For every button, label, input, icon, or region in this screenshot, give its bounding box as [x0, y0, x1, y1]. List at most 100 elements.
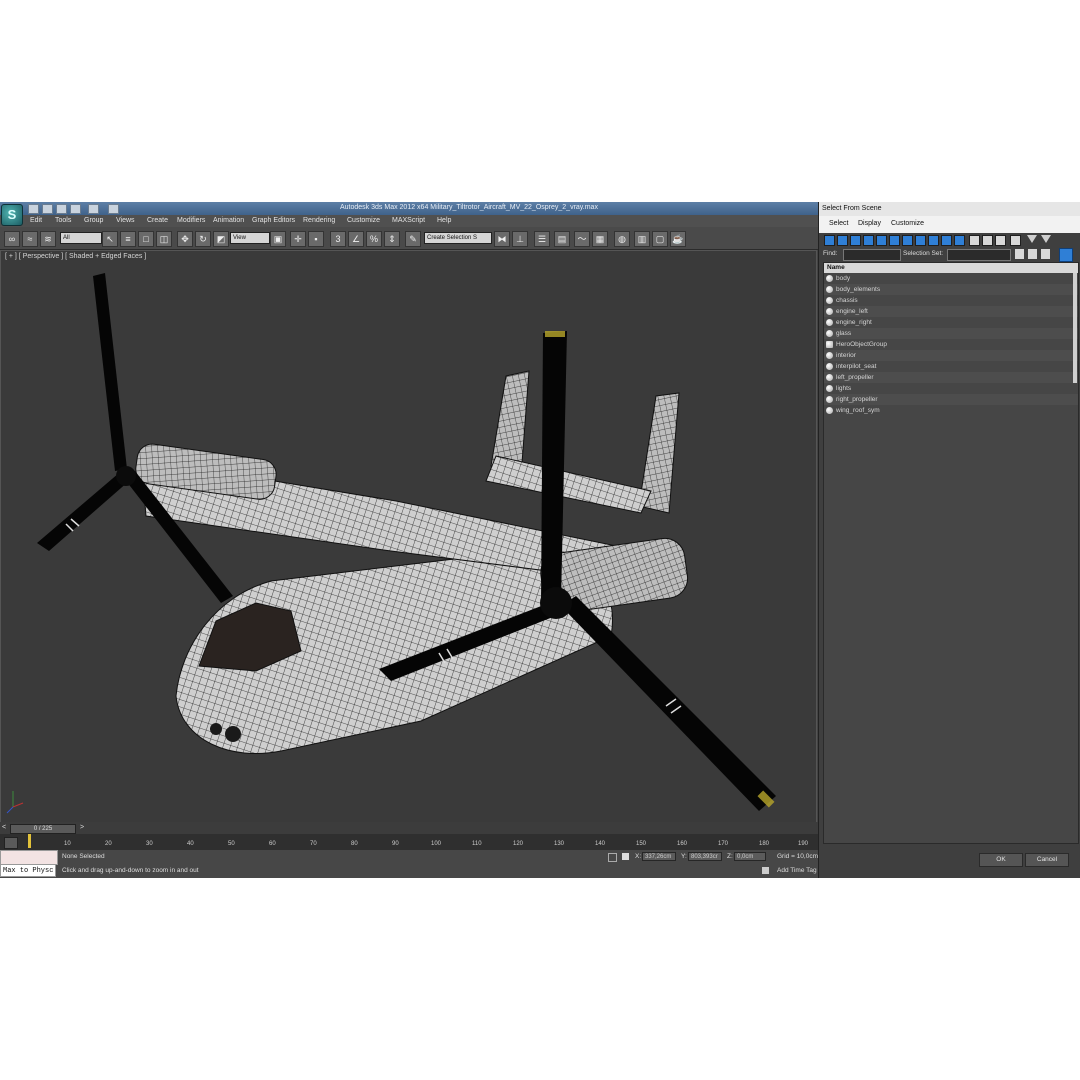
select-manipulate-icon[interactable]: ✛: [290, 231, 306, 247]
render-setup-icon[interactable]: ▥: [634, 231, 650, 247]
list-item[interactable]: interpilot_seat: [824, 361, 1078, 372]
list-item[interactable]: chassis: [824, 295, 1078, 306]
add-time-tag[interactable]: Add Time Tag: [777, 867, 817, 874]
viewport-perspective[interactable]: [ + ] [ Perspective ] [ Shaded + Edged F…: [0, 250, 817, 824]
dialog-menu-select[interactable]: Select: [829, 220, 848, 227]
collapse-list-icon[interactable]: [1059, 248, 1073, 262]
display-invert-icon[interactable]: [995, 235, 1006, 246]
unlink-icon[interactable]: ≈: [22, 231, 38, 247]
list-item[interactable]: body: [824, 273, 1078, 284]
list-item[interactable]: HeroObjectGroup: [824, 339, 1078, 350]
curve-editor-mini-icon[interactable]: [4, 837, 18, 849]
reference-coordinate-dropdown[interactable]: View: [230, 232, 270, 244]
select-by-name-icon[interactable]: ≡: [120, 231, 136, 247]
filter-settings-icon[interactable]: [1041, 235, 1051, 243]
display-all-icon[interactable]: [969, 235, 980, 246]
list-item[interactable]: engine_right: [824, 317, 1078, 328]
snaps-toggle-icon[interactable]: 3: [330, 231, 346, 247]
lock-selection-icon[interactable]: [608, 853, 617, 862]
menu-group[interactable]: Group: [84, 217, 103, 224]
mirror-icon[interactable]: ⧓: [494, 231, 510, 247]
save-selection-set-icon[interactable]: [1015, 249, 1024, 259]
menu-animation[interactable]: Animation: [213, 217, 244, 224]
project-folder-icon[interactable]: [108, 204, 119, 214]
layer-manager-icon[interactable]: ☰: [534, 231, 550, 247]
selection-set-options-icon[interactable]: [1028, 249, 1037, 259]
y-coordinate-field[interactable]: 803,393cr: [688, 852, 722, 861]
select-link-icon[interactable]: ∞: [4, 231, 20, 247]
display-groups-icon[interactable]: [902, 235, 913, 246]
move-icon[interactable]: ✥: [177, 231, 193, 247]
material-editor-icon[interactable]: ◍: [614, 231, 630, 247]
rendered-frame-window-icon[interactable]: ▢: [652, 231, 668, 247]
percent-snap-icon[interactable]: %: [366, 231, 382, 247]
z-coordinate-field[interactable]: 0,0cm: [734, 852, 766, 861]
menu-edit[interactable]: Edit: [30, 217, 42, 224]
spinner-snap-icon[interactable]: ⇕: [384, 231, 400, 247]
ok-button[interactable]: OK: [979, 853, 1023, 867]
display-cameras-icon[interactable]: [863, 235, 874, 246]
menu-maxscript[interactable]: MAXScript: [392, 217, 425, 224]
schematic-view-icon[interactable]: ▦: [592, 231, 608, 247]
maxscript-mini-listener[interactable]: Max to Physc: [0, 864, 56, 877]
selection-filter-dropdown[interactable]: All: [60, 232, 102, 244]
list-item[interactable]: engine_left: [824, 306, 1078, 317]
menu-views[interactable]: Views: [116, 217, 135, 224]
menu-create[interactable]: Create: [147, 217, 168, 224]
display-none-icon[interactable]: [982, 235, 993, 246]
open-file-icon[interactable]: [42, 204, 53, 214]
save-file-icon[interactable]: [56, 204, 67, 214]
display-bones-icon[interactable]: [928, 235, 939, 246]
display-xrefs-icon[interactable]: [915, 235, 926, 246]
prev-frame-icon[interactable]: <: [2, 824, 9, 832]
display-geometry-icon[interactable]: [824, 235, 835, 246]
filter-icon[interactable]: [1027, 235, 1037, 243]
list-item[interactable]: lights: [824, 383, 1078, 394]
list-column-header[interactable]: Name: [824, 263, 1078, 273]
list-scrollbar[interactable]: [1073, 273, 1077, 383]
bind-space-warp-icon[interactable]: ≋: [40, 231, 56, 247]
display-containers-icon[interactable]: [941, 235, 952, 246]
list-item[interactable]: interior: [824, 350, 1078, 361]
selection-set-dropdown[interactable]: [947, 249, 1011, 261]
list-item[interactable]: glass: [824, 328, 1078, 339]
display-lights-icon[interactable]: [850, 235, 861, 246]
display-frozen-icon[interactable]: [954, 235, 965, 246]
align-icon[interactable]: ⊥: [512, 231, 528, 247]
sync-selection-icon[interactable]: [1010, 235, 1021, 246]
angle-snap-icon[interactable]: ∠: [348, 231, 364, 247]
time-tag-icon[interactable]: [762, 867, 769, 874]
new-file-icon[interactable]: [28, 204, 39, 214]
selection-set-remove-icon[interactable]: [1041, 249, 1050, 259]
menu-tools[interactable]: Tools: [55, 217, 71, 224]
render-production-icon[interactable]: ☕: [670, 231, 686, 247]
rectangular-selection-icon[interactable]: □: [138, 231, 154, 247]
maxscript-listener-top[interactable]: [0, 850, 58, 865]
list-item[interactable]: body_elements: [824, 284, 1078, 295]
cancel-button[interactable]: Cancel: [1025, 853, 1069, 867]
time-slider[interactable]: 0 / 225: [10, 824, 76, 834]
undo-icon[interactable]: [70, 204, 81, 214]
display-helpers-icon[interactable]: [876, 235, 887, 246]
track-bar[interactable]: 10 20 30 40 50 60 70 80 90 100 110 120 1…: [0, 834, 818, 850]
display-shapes-icon[interactable]: [837, 235, 848, 246]
select-object-icon[interactable]: ↖: [102, 231, 118, 247]
x-coordinate-field[interactable]: 337,26cm: [642, 852, 676, 861]
named-selection-set-dropdown[interactable]: Create Selection S: [424, 232, 492, 244]
list-item[interactable]: left_propeller: [824, 372, 1078, 383]
menu-customize[interactable]: Customize: [347, 217, 380, 224]
menu-rendering[interactable]: Rendering: [303, 217, 335, 224]
menu-help[interactable]: Help: [437, 217, 451, 224]
scale-icon[interactable]: ◩: [213, 231, 229, 247]
graphite-ribbon-icon[interactable]: ▤: [554, 231, 570, 247]
pivot-center-icon[interactable]: ▣: [270, 231, 286, 247]
dialog-menu-display[interactable]: Display: [858, 220, 881, 227]
list-item[interactable]: wing_roof_sym: [824, 405, 1078, 416]
find-input[interactable]: [843, 249, 901, 261]
list-item[interactable]: right_propeller: [824, 394, 1078, 405]
menu-modifiers[interactable]: Modifiers: [177, 217, 205, 224]
transform-mode-icon[interactable]: [622, 853, 629, 860]
next-frame-icon[interactable]: >: [80, 824, 87, 832]
curve-editor-icon[interactable]: 〜: [574, 231, 590, 247]
app-logo-icon[interactable]: S: [1, 204, 23, 226]
